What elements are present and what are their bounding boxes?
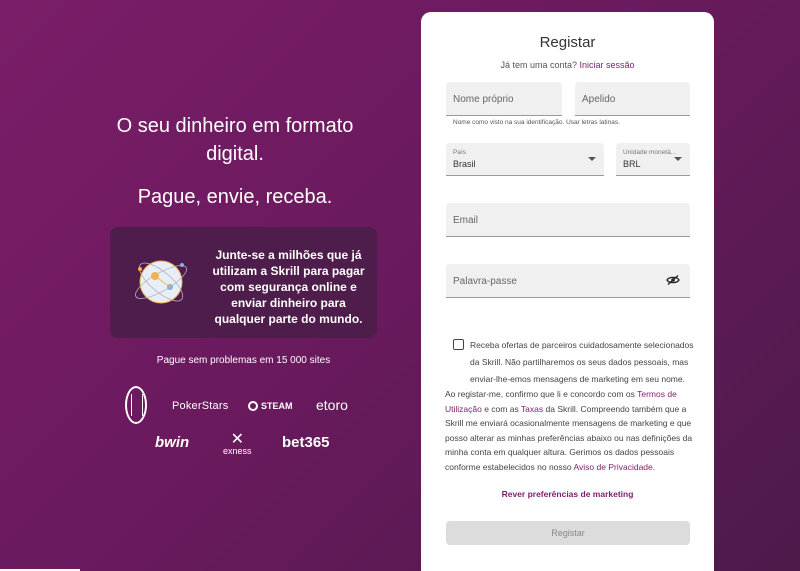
- offers-text: Receba ofertas de parceiros cuidadosamen…: [470, 340, 694, 384]
- last-name-placeholder: Apelido: [582, 94, 616, 105]
- login-prompt: Já tem uma conta? Iniciar sessão: [421, 60, 714, 70]
- exness-logo: ✕ exness: [223, 431, 252, 457]
- first-name-field[interactable]: Nome próprio: [446, 82, 562, 116]
- first-name-placeholder: Nome próprio: [453, 94, 514, 105]
- hero-headline: O seu dinheiro em formato digital.: [116, 115, 354, 165]
- email-placeholder: Email: [453, 215, 479, 226]
- steam-logo-text: STEAM: [261, 401, 293, 411]
- country-label: País: [453, 149, 467, 156]
- hero-panel: O seu dinheiro em formato digital. Pague…: [0, 0, 420, 571]
- name-hint: Nome como visto na sua identificação. Us…: [453, 119, 620, 126]
- partners-caption: Pague sem problemas em 15 000 sites: [156, 355, 331, 366]
- eye-off-icon[interactable]: [666, 275, 680, 285]
- offers-checkbox[interactable]: [453, 339, 464, 350]
- promo-box: Junte-se a milhões que já utilizam a Skr…: [110, 227, 377, 338]
- legal-text-4: .: [652, 461, 656, 472]
- bwin-logo: bwin: [155, 434, 190, 451]
- chevron-down-icon: [588, 157, 596, 161]
- email-field[interactable]: Email: [446, 203, 690, 237]
- etoro-logo: etoro: [316, 397, 348, 413]
- exness-icon: ✕: [230, 431, 244, 448]
- ac-milan-logo: [125, 386, 147, 424]
- chevron-down-icon: [674, 157, 682, 161]
- last-name-field[interactable]: Apelido: [575, 82, 690, 116]
- privacy-link[interactable]: Aviso de Privacidade: [574, 462, 653, 472]
- country-select[interactable]: País Brasil: [446, 143, 604, 176]
- login-link[interactable]: Iniciar sessão: [580, 60, 635, 70]
- legal-text: Ao registar-me, confirmo que li e concor…: [445, 387, 695, 474]
- form-title: Registar: [539, 34, 596, 51]
- register-button[interactable]: Registar: [446, 521, 690, 545]
- country-value: Brasil: [453, 159, 476, 169]
- currency-select[interactable]: Unidade monetá... BRL: [616, 143, 690, 176]
- login-prompt-text: Já tem uma conta?: [500, 60, 577, 70]
- legal-text-2: e com as: [481, 403, 521, 414]
- hero-subline: Pague, envie, receba.: [137, 186, 333, 208]
- currency-value: BRL: [623, 159, 641, 169]
- steam-icon: [248, 401, 258, 411]
- pokerstars-logo: PokerStars: [172, 400, 229, 412]
- globe-icon: [135, 260, 187, 304]
- exness-logo-text: exness: [223, 446, 252, 456]
- steam-logo: STEAM: [248, 401, 293, 411]
- fees-link[interactable]: Taxas: [521, 404, 543, 414]
- currency-label: Unidade monetá...: [623, 149, 677, 156]
- password-field[interactable]: Palavra-passe: [446, 264, 690, 298]
- registration-card: Registar Já tem uma conta? Iniciar sessã…: [421, 12, 714, 571]
- bet365-logo: bet365: [282, 434, 330, 451]
- password-placeholder: Palavra-passe: [453, 276, 517, 287]
- promo-text: Junte-se a milhões que já utilizam a Skr…: [212, 248, 365, 326]
- marketing-preferences-link[interactable]: Rever preferências de marketing: [421, 489, 714, 499]
- legal-text-1: Ao registar-me, confirmo que li e concor…: [445, 389, 638, 399]
